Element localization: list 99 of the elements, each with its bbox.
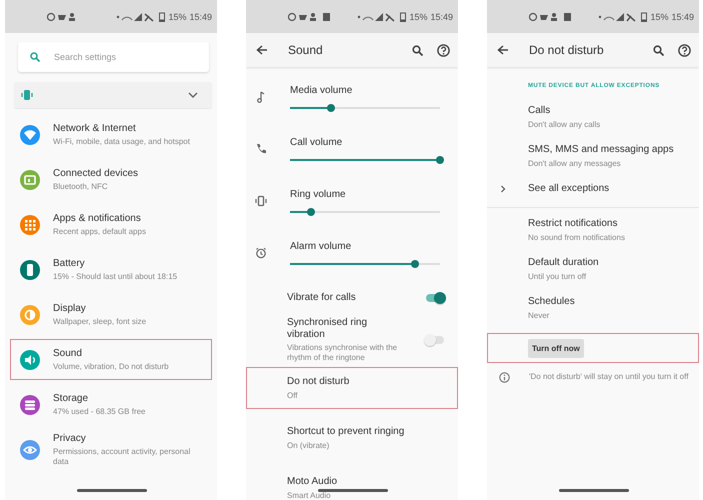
- slider-label: Media volume: [290, 85, 354, 97]
- item-subtitle: Wi-Fi, mobile, data usage, and hotspot: [53, 136, 190, 146]
- search-icon[interactable]: [653, 44, 664, 56]
- phone-icon: [255, 143, 267, 155]
- toggle-switch[interactable]: [426, 336, 444, 344]
- slider-thumb[interactable]: [326, 104, 334, 112]
- slider-thumb[interactable]: [307, 208, 315, 216]
- setting-item[interactable]: Do not disturb Off: [246, 367, 458, 409]
- item-title: SMS, MMS and messaging apps: [528, 144, 675, 156]
- settings-item[interactable]: Sound Volume, vibration, Do not disturb: [10, 339, 212, 380]
- settings-item[interactable]: Privacy Permissions, account activity, personal data: [10, 429, 212, 470]
- item-title: Shortcut to prevent ringing: [287, 426, 406, 438]
- item-subtitle: No sound from notifications: [528, 233, 626, 243]
- item-subtitle: Wallpaper, sleep, font size: [53, 316, 146, 326]
- battery-percentage: 15%: [409, 12, 428, 22]
- home-indicator: [318, 489, 388, 492]
- toggle-switch[interactable]: [426, 294, 444, 302]
- info-icon: [499, 372, 510, 383]
- clock: 15:49: [189, 12, 212, 22]
- item-subtitle: Don't allow any calls: [528, 120, 602, 130]
- settings-item[interactable]: Storage 47% used - 68.35 GB free: [10, 384, 212, 425]
- chevron-icon[interactable]: [188, 92, 198, 98]
- item-subtitle: Recent apps, default apps: [53, 226, 146, 236]
- setting-item[interactable]: SMS, MMS and messaging apps Don't allow any messages: [487, 138, 699, 177]
- setting-title: Synchronised ring vibration: [287, 317, 368, 341]
- setting-item[interactable]: Calls Don't allow any calls: [487, 99, 699, 138]
- settings-item[interactable]: Battery 15% - Should last until about 18:15: [10, 249, 212, 290]
- item-title: Calls: [528, 105, 552, 117]
- item-subtitle: On (vibrate): [287, 440, 330, 450]
- item-title: Restrict notifications: [528, 218, 618, 230]
- item-title: Network & Internet: [53, 122, 137, 134]
- vibrate-icon: [21, 89, 33, 101]
- back-arrow-icon[interactable]: [256, 45, 268, 55]
- settings-item[interactable]: Display Wallpaper, sleep, font size: [10, 294, 212, 335]
- item-title: Display: [53, 302, 87, 314]
- item-subtitle: Volume, vibration, Do not disturb: [53, 362, 169, 372]
- info-text: 'Do not disturb' will stay on until you turn it off: [529, 372, 688, 382]
- back-arrow-icon[interactable]: [497, 45, 509, 55]
- item-subtitle: Bluetooth, NFC: [53, 182, 109, 192]
- search-icon[interactable]: [412, 44, 423, 56]
- item-title: Privacy: [53, 432, 87, 444]
- battery-percentage: 15%: [650, 12, 668, 22]
- item-title: Battery: [53, 258, 86, 270]
- chevron-icon[interactable]: [500, 185, 506, 193]
- item-title: Moto Audio: [287, 476, 338, 488]
- battery-icon: [641, 12, 648, 22]
- screen-title: Do not disturb: [529, 43, 605, 57]
- item-subtitle: 15% - Should last until about 18:15: [53, 272, 178, 282]
- screen-title: Sound: [288, 43, 324, 57]
- battery-icon: [159, 12, 166, 22]
- notification-icons-drawing: [529, 12, 573, 22]
- item-title: Storage: [53, 392, 90, 404]
- slider-thumb[interactable]: [436, 156, 444, 164]
- home-indicator: [559, 489, 629, 492]
- item-title: Connected devices: [53, 168, 138, 180]
- slider-label: Ring volume: [290, 189, 347, 201]
- item-subtitle: Never: [528, 311, 550, 321]
- item-subtitle: Permissions, account activity, personal data: [53, 446, 192, 466]
- signal-icons-drawing: [357, 12, 398, 22]
- setting-title: Vibrate for calls: [287, 292, 357, 304]
- settings-item[interactable]: Apps & notifications Recent apps, default apps: [10, 204, 212, 245]
- slider-label: Call volume: [290, 137, 344, 149]
- setting-item[interactable]: Moto Audio Smart Audio: [246, 467, 458, 500]
- signal-icons-drawing: [598, 12, 638, 22]
- search-icon: [30, 52, 40, 62]
- item-subtitle: Don't allow any messages: [528, 159, 622, 169]
- help-icon[interactable]: [678, 44, 691, 56]
- music-note-icon: [255, 91, 267, 103]
- setting-item[interactable]: Schedules Never: [487, 290, 699, 329]
- item-title: Default duration: [528, 257, 600, 269]
- setting-item[interactable]: Restrict notifications No sound from notifications: [487, 212, 699, 251]
- signal-icons-drawing: [116, 12, 156, 22]
- item-title: Apps & notifications: [53, 212, 142, 224]
- turn-off-button[interactable]: Turn off now: [528, 339, 584, 358]
- home-indicator: [77, 489, 147, 492]
- slider-thumb[interactable]: [410, 260, 418, 268]
- expand-link[interactable]: See all exceptions: [528, 183, 610, 195]
- item-title: Schedules: [528, 296, 576, 308]
- item-subtitle: Smart Audio: [287, 490, 332, 500]
- battery-icon: [400, 12, 406, 22]
- battery-percentage: 15%: [168, 12, 186, 22]
- settings-item[interactable]: Network & Internet Wi-Fi, mobile, data usage, and hotspot: [10, 114, 212, 155]
- slider-label: Alarm volume: [290, 241, 352, 253]
- item-subtitle: 47% used - 68.35 GB free: [53, 406, 146, 416]
- item-subtitle: Off: [287, 390, 299, 400]
- search-field[interactable]: Search settings: [18, 42, 209, 72]
- item-subtitle: Until you turn off: [528, 272, 588, 282]
- vibrate-icon: [255, 195, 267, 207]
- help-icon[interactable]: [437, 44, 450, 56]
- setting-item[interactable]: Shortcut to prevent ringing On (vibrate): [246, 417, 458, 459]
- item-title: Do not disturb: [287, 376, 350, 388]
- clock: 15:49: [671, 12, 694, 22]
- clock: 15:49: [430, 12, 453, 22]
- setting-subtitle: Vibrations synchronise with the rhythm of the ringtone: [287, 343, 398, 363]
- setting-item[interactable]: Default duration Until you turn off: [487, 251, 699, 290]
- alarm-clock-icon: [255, 247, 267, 259]
- settings-item[interactable]: Connected devices Bluetooth, NFC: [10, 159, 212, 200]
- notification-icons-drawing: [288, 12, 332, 22]
- item-title: Sound: [53, 348, 83, 360]
